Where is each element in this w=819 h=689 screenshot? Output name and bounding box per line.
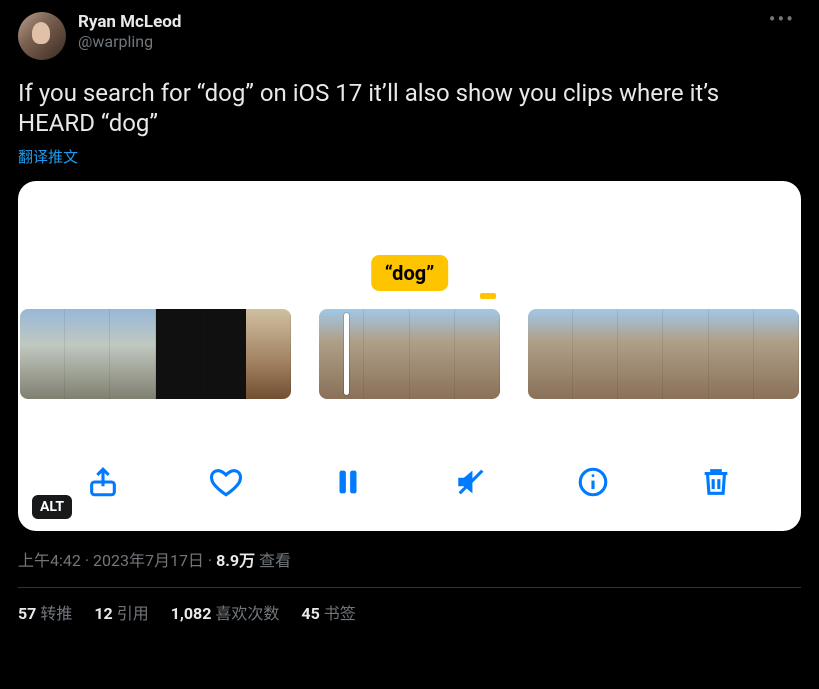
- clip-thumb: [156, 309, 201, 399]
- stat-bookmarks[interactable]: 45书签: [301, 600, 355, 624]
- heart-icon[interactable]: [205, 461, 247, 503]
- stat-likes[interactable]: 1,082喜欢次数: [171, 600, 280, 624]
- clip-thumb: [410, 309, 455, 399]
- playhead[interactable]: [344, 313, 349, 395]
- more-button[interactable]: •••: [763, 12, 801, 26]
- search-marker: [480, 293, 496, 299]
- clip-thumb: [319, 309, 364, 399]
- media-toolbar: [18, 461, 801, 503]
- clip-thumb: [455, 309, 500, 399]
- stat-quotes[interactable]: 12引用: [94, 600, 148, 624]
- tweet-stats: 57转推 12引用 1,082喜欢次数 45书签: [18, 600, 801, 624]
- share-icon[interactable]: [82, 461, 124, 503]
- trash-icon[interactable]: [695, 461, 737, 503]
- alt-badge[interactable]: ALT: [32, 495, 72, 519]
- handle: @warpling: [78, 32, 763, 52]
- info-icon[interactable]: [572, 461, 614, 503]
- clip-group-2[interactable]: [319, 309, 500, 399]
- divider: [18, 587, 801, 588]
- tweet-text: If you search for “dog” on iOS 17 it’ll …: [18, 78, 801, 138]
- search-tooltip: “dog”: [371, 255, 449, 291]
- views-count: 8.9万: [216, 551, 255, 570]
- translate-link[interactable]: 翻译推文: [18, 146, 801, 167]
- clip-thumb: [110, 309, 155, 399]
- author-names[interactable]: Ryan McLeod @warpling: [78, 12, 763, 52]
- clip-thumb: [663, 309, 708, 399]
- avatar[interactable]: [18, 12, 66, 60]
- clip-group-3[interactable]: [528, 309, 799, 399]
- clip-thumb: [20, 309, 65, 399]
- display-name: Ryan McLeod: [78, 12, 763, 32]
- clip-thumb: [709, 309, 754, 399]
- tweet-header: Ryan McLeod @warpling •••: [18, 12, 801, 60]
- tweet-date[interactable]: 2023年7月17日: [93, 551, 204, 570]
- clip-thumb: [201, 309, 246, 399]
- video-timeline[interactable]: [18, 309, 801, 399]
- clip-thumb: [246, 309, 291, 399]
- clip-thumb: [618, 309, 663, 399]
- pause-icon[interactable]: [327, 461, 369, 503]
- clip-thumb: [364, 309, 409, 399]
- tweet-container: Ryan McLeod @warpling ••• If you search …: [0, 0, 819, 624]
- clip-thumb: [65, 309, 110, 399]
- tweet-meta: 上午4:42 · 2023年7月17日 · 8.9万 查看: [18, 547, 801, 571]
- clip-thumb: [573, 309, 618, 399]
- clip-group-1[interactable]: [20, 309, 291, 399]
- media-card[interactable]: “dog”: [18, 181, 801, 531]
- clip-thumb: [754, 309, 799, 399]
- mute-icon[interactable]: [450, 461, 492, 503]
- tweet-time[interactable]: 上午4:42: [18, 551, 81, 570]
- stat-retweets[interactable]: 57转推: [18, 600, 72, 624]
- clip-thumb: [528, 309, 573, 399]
- views-label: 查看: [255, 551, 291, 570]
